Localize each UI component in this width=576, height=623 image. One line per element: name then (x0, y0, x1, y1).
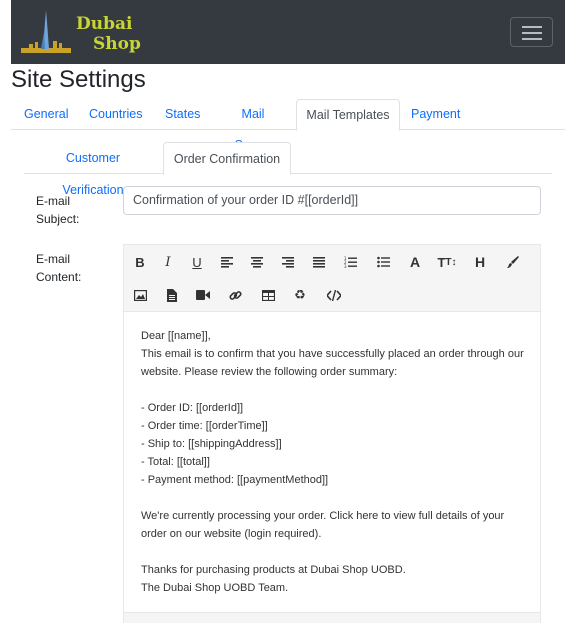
brand-text-dubai: Dubai (76, 14, 133, 34)
tab-mail-templates[interactable]: Mail Templates (296, 99, 400, 131)
navbar: Dubai Shop (11, 0, 565, 64)
tab-general[interactable]: General (24, 99, 68, 130)
email-line: - Total: [[total]] (141, 456, 210, 468)
email-line: Dear [[name]], (141, 330, 211, 342)
content-label-line1: E-mail (36, 252, 71, 266)
tab-payment[interactable]: Payment (411, 99, 460, 130)
tab-customer-verification[interactable]: Customer Verification (34, 142, 152, 197)
align-center-icon[interactable] (242, 247, 272, 277)
content-label-line2: Content: (36, 270, 82, 284)
settings-tabs: General Countries States Mail Server Mai… (11, 99, 565, 152)
email-line (141, 381, 531, 399)
email-line: We're currently processing your order. C… (141, 510, 508, 540)
content-label: E-mail Content: (36, 250, 81, 286)
video-icon[interactable] (188, 280, 218, 310)
email-line: The Dubai Shop UOBD Team. (141, 582, 289, 594)
brand-text-shop: Shop (93, 34, 141, 54)
email-line: Thanks for purchasing products at Dubai … (141, 564, 406, 576)
hamburger-icon-line (522, 32, 542, 34)
email-line: - Order ID: [[orderId]] (141, 402, 244, 414)
font-color-icon[interactable]: A (400, 247, 430, 277)
email-line (141, 489, 531, 507)
align-justify-icon[interactable] (304, 247, 334, 277)
editor-toolbar: B I U 123 A T T ↕ H ♻ (124, 245, 540, 312)
align-right-icon[interactable] (273, 247, 303, 277)
tab-countries[interactable]: Countries (89, 99, 143, 130)
code-view-icon[interactable] (319, 280, 349, 310)
font-size-icon[interactable]: T T ↕ (432, 247, 462, 277)
subject-input[interactable]: Confirmation of your order ID #[[orderId… (123, 186, 541, 215)
tab-mail-server[interactable]: Mail Server (222, 99, 284, 152)
email-line (141, 543, 531, 561)
heading-icon[interactable]: H (465, 247, 495, 277)
email-line: This email is to confirm that you have s… (141, 348, 527, 378)
unordered-list-icon[interactable] (368, 247, 398, 277)
brush-icon[interactable] (498, 247, 528, 277)
editor-statusbar[interactable] (124, 612, 540, 623)
table-icon[interactable] (253, 280, 283, 310)
underline-icon[interactable]: U (182, 247, 212, 277)
subject-label-line2: Subject: (36, 212, 80, 226)
email-line: - Payment method: [[paymentMethod]] (141, 474, 329, 486)
hamburger-icon (522, 26, 542, 28)
file-icon[interactable] (157, 280, 187, 310)
brand-logo[interactable]: Dubai Shop (21, 8, 151, 58)
hamburger-icon-line (522, 38, 542, 40)
burj-logo-icon (21, 10, 71, 53)
template-tabs: Customer Verification Order Confirmation (24, 142, 552, 197)
tab-states[interactable]: States (165, 99, 200, 130)
italic-icon[interactable]: I (153, 247, 183, 277)
align-left-icon[interactable] (212, 247, 242, 277)
bold-icon[interactable]: B (125, 247, 155, 277)
rich-text-editor: B I U 123 A T T ↕ H ♻ Dear [[name]], Thi… (123, 244, 541, 623)
subject-label-line1: E-mail (36, 194, 71, 208)
editor-content[interactable]: Dear [[name]], This email is to confirm … (141, 327, 531, 597)
image-icon[interactable] (125, 280, 155, 310)
email-line: - Ship to: [[shippingAddress]] (141, 438, 282, 450)
ordered-list-icon[interactable]: 123 (335, 247, 365, 277)
svg-text:3: 3 (344, 264, 347, 268)
menu-toggle-button[interactable] (510, 17, 553, 47)
link-icon[interactable] (220, 280, 250, 310)
subject-label: E-mail Subject: (36, 192, 79, 228)
email-line: - Order time: [[orderTime]] (141, 420, 268, 432)
page-title: Site Settings (11, 66, 146, 93)
recycle-icon[interactable]: ♻ (285, 280, 315, 310)
tab-order-confirmation[interactable]: Order Confirmation (163, 142, 291, 175)
